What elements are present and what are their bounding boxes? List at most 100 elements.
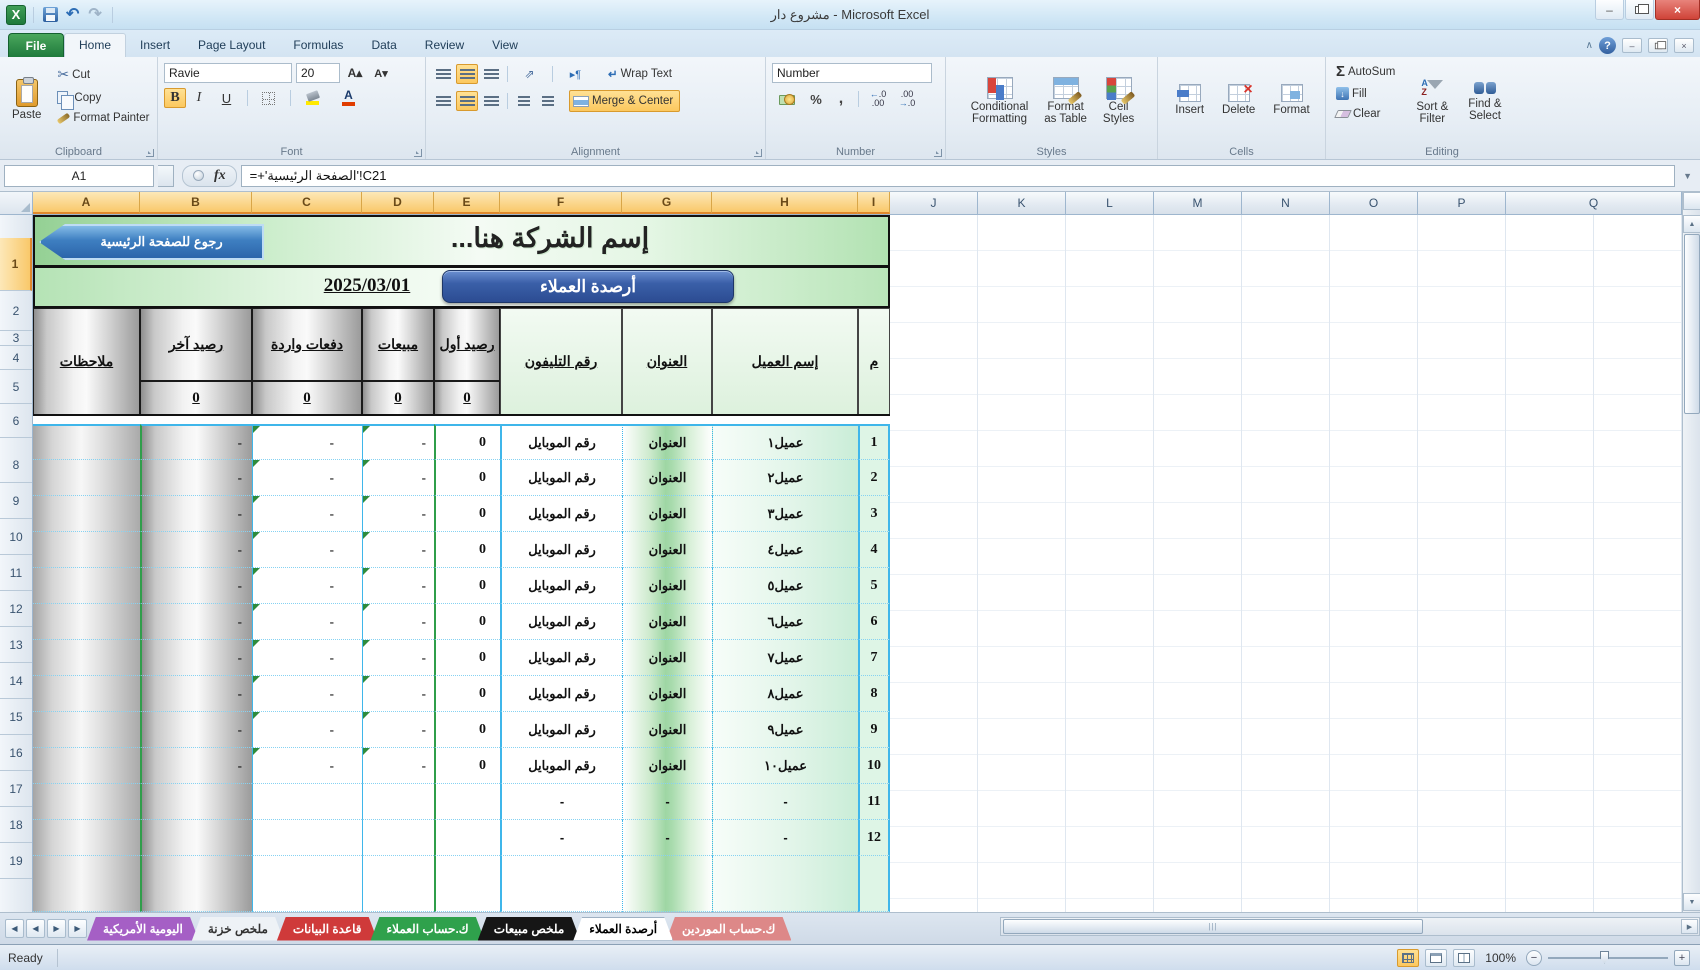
minimize-button[interactable]: – xyxy=(1595,0,1624,20)
tab-insert[interactable]: Insert xyxy=(126,34,184,57)
sheet-cell[interactable]: 0 xyxy=(434,424,500,460)
grow-font-button[interactable]: A▴ xyxy=(344,63,366,83)
row-header-14[interactable]: 14 xyxy=(0,663,32,699)
column-header-J[interactable]: J xyxy=(890,192,978,214)
row-header-1[interactable]: 1 xyxy=(0,238,32,291)
sheet-cell[interactable]: 0 xyxy=(434,748,500,784)
sheet-cell[interactable]: - xyxy=(362,712,434,748)
sheet-cell[interactable]: - xyxy=(712,820,858,856)
sheet-cell[interactable]: 5 xyxy=(858,568,890,604)
sheet-cell[interactable]: - xyxy=(362,568,434,604)
workbook-close-button[interactable]: × xyxy=(1674,38,1694,53)
sheet-cell[interactable]: - xyxy=(252,424,362,460)
sheet-cell[interactable]: - xyxy=(362,496,434,532)
accounting-format-button[interactable] xyxy=(772,89,802,109)
cell-styles-button[interactable]: Cell Styles xyxy=(1097,60,1140,142)
header-phone[interactable]: رقم التليفون xyxy=(500,308,622,415)
find-select-button[interactable]: Find & Select xyxy=(1462,60,1507,142)
sheet-cell[interactable] xyxy=(140,820,252,856)
sheet-cell[interactable]: - xyxy=(362,604,434,640)
sheet-cell[interactable]: - xyxy=(362,532,434,568)
back-to-home-button[interactable]: رجوع للصفحة الرئيسية xyxy=(39,224,264,260)
sheet-cell[interactable] xyxy=(33,424,140,460)
align-middle-button[interactable] xyxy=(456,64,478,84)
row-header-19[interactable]: 19 xyxy=(0,843,32,879)
sheet-cell[interactable] xyxy=(362,856,434,912)
conditional-formatting-button[interactable]: Conditional Formatting xyxy=(965,60,1035,142)
sort-filter-button[interactable]: AZ Sort & Filter xyxy=(1410,60,1454,142)
format-as-table-button[interactable]: Format as Table xyxy=(1038,60,1093,142)
save-button[interactable] xyxy=(41,6,60,23)
sheet-tab[interactable]: اليومية الأمريكية xyxy=(87,917,199,941)
column-header-A[interactable]: A xyxy=(33,192,140,214)
sheet-cell[interactable] xyxy=(140,784,252,820)
sheet-cell[interactable] xyxy=(33,748,140,784)
excel-logo-icon[interactable]: X xyxy=(6,4,26,25)
sheet-cell[interactable]: - xyxy=(252,604,362,640)
sheet-cell[interactable] xyxy=(252,856,362,912)
delete-cells-button[interactable]: Delete xyxy=(1216,60,1261,142)
number-dialog-launcher[interactable] xyxy=(934,149,942,157)
restore-button[interactable] xyxy=(1625,0,1654,20)
sheet-cell[interactable]: 0 xyxy=(434,568,500,604)
sheet-cell[interactable]: العنوان xyxy=(622,568,712,604)
zoom-slider-thumb[interactable] xyxy=(1600,950,1609,964)
sheet-cell[interactable]: - xyxy=(140,712,252,748)
sheet-cell[interactable]: 0 xyxy=(434,640,500,676)
header-serial[interactable]: م xyxy=(858,308,890,415)
row-header-3[interactable]: 3 xyxy=(0,331,32,346)
page-layout-view-button[interactable] xyxy=(1425,948,1448,967)
zoom-in-button[interactable]: + xyxy=(1674,949,1690,966)
tab-formulas[interactable]: Formulas xyxy=(279,34,357,57)
normal-view-button[interactable] xyxy=(1397,948,1420,967)
subtitle-row[interactable]: 2025/03/01 أرصدة العملاء xyxy=(33,268,890,308)
report-date[interactable]: 2025/03/01 xyxy=(297,275,437,297)
first-sheet-button[interactable]: ◀ xyxy=(5,919,24,938)
column-header-O[interactable]: O xyxy=(1330,192,1418,214)
tab-review[interactable]: Review xyxy=(411,34,478,57)
workbook-restore-button[interactable] xyxy=(1648,38,1668,53)
vertical-scroll-thumb[interactable] xyxy=(1684,234,1700,414)
sheet-cell[interactable] xyxy=(140,856,252,912)
percent-style-button[interactable]: % xyxy=(805,89,827,109)
sheet-cell[interactable]: العنوان xyxy=(622,424,712,460)
sheet-cell[interactable]: - xyxy=(140,568,252,604)
font-name-combo[interactable]: Ravie xyxy=(164,63,292,83)
sheet-cell[interactable]: - xyxy=(140,532,252,568)
paste-button[interactable]: Paste xyxy=(6,60,47,142)
page-break-view-button[interactable] xyxy=(1453,948,1476,967)
sheet-cell[interactable]: العنوان xyxy=(622,496,712,532)
sheet-tab[interactable]: ملخص خزنة xyxy=(192,917,284,941)
sheet-cell[interactable]: عميل١ xyxy=(712,424,858,460)
font-size-combo[interactable]: 20 xyxy=(296,63,340,83)
decrease-decimal-button[interactable]: .00 →.0 xyxy=(894,89,920,109)
align-bottom-button[interactable] xyxy=(480,64,502,84)
sheet-cell[interactable]: 1 xyxy=(858,424,890,460)
sheet-cell[interactable] xyxy=(622,856,712,912)
sheet-cell[interactable]: 3 xyxy=(858,496,890,532)
tab-home[interactable]: Home xyxy=(64,33,127,57)
sheet-cell[interactable]: - xyxy=(140,748,252,784)
row-header-18[interactable]: 18 xyxy=(0,807,32,843)
insert-cells-button[interactable]: Insert xyxy=(1169,60,1210,142)
sheet-cell[interactable]: العنوان xyxy=(622,532,712,568)
sheet-cell[interactable] xyxy=(252,820,362,856)
collapse-ribbon-icon[interactable]: ∧ xyxy=(1586,40,1593,51)
horizontal-scroll-thumb[interactable]: ||| xyxy=(1003,919,1423,934)
bold-button[interactable]: B xyxy=(164,88,186,108)
comma-style-button[interactable]: , xyxy=(830,89,852,109)
help-icon[interactable]: ? xyxy=(1599,37,1616,54)
sheet-cell[interactable]: العنوان xyxy=(622,460,712,496)
cut-button[interactable]: ✂ Cut xyxy=(53,64,153,85)
sheet-cell[interactable]: - xyxy=(252,568,362,604)
column-header-E[interactable]: E xyxy=(434,192,500,214)
align-left-button[interactable] xyxy=(432,91,454,111)
sheet-cell[interactable] xyxy=(362,784,434,820)
sheet-cell[interactable]: رقم الموبايل xyxy=(500,568,622,604)
prev-sheet-button[interactable]: ◀ xyxy=(26,919,45,938)
orientation-button[interactable]: ⇗ xyxy=(513,64,547,84)
align-top-button[interactable] xyxy=(432,64,454,84)
fill-color-button[interactable] xyxy=(296,88,330,108)
sheet-cell[interactable] xyxy=(858,856,890,912)
row-header-13[interactable]: 13 xyxy=(0,627,32,663)
